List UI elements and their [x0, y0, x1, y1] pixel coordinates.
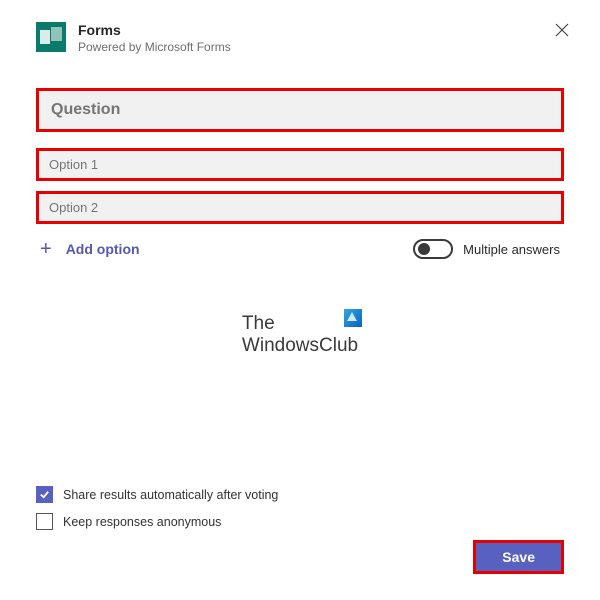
watermark: The WindowsClub: [36, 313, 564, 357]
option-actions-row: + Add option Multiple answers: [36, 238, 564, 261]
option-1-input[interactable]: [39, 151, 561, 178]
keep-anonymous-checkbox[interactable]: [36, 513, 53, 530]
save-row: Save: [36, 540, 564, 574]
keep-anonymous-row: Keep responses anonymous: [36, 513, 564, 530]
option-field-highlight: [36, 148, 564, 181]
share-results-row: Share results automatically after voting: [36, 486, 564, 503]
save-button[interactable]: Save: [476, 543, 561, 571]
option-2-input[interactable]: [39, 194, 561, 221]
dialog-footer: Share results automatically after voting…: [36, 486, 564, 574]
question-input[interactable]: [39, 91, 561, 129]
dialog-header: Forms Powered by Microsoft Forms: [0, 0, 600, 54]
question-field-highlight: [36, 88, 564, 132]
close-button[interactable]: [552, 20, 572, 40]
header-text: Forms Powered by Microsoft Forms: [78, 22, 570, 54]
close-icon: [555, 23, 569, 37]
form-body: + Add option Multiple answers The Window…: [0, 54, 600, 357]
share-results-label: Share results automatically after voting: [63, 488, 278, 502]
share-results-checkbox[interactable]: [36, 486, 53, 503]
option-field-highlight: [36, 191, 564, 224]
add-option-label: Add option: [66, 241, 140, 257]
keep-anonymous-label: Keep responses anonymous: [63, 515, 221, 529]
add-option-button[interactable]: + Add option: [40, 238, 140, 261]
app-title: Forms: [78, 22, 570, 39]
plus-icon: +: [40, 238, 52, 261]
watermark-logo-icon: [344, 309, 362, 327]
app-subtitle: Powered by Microsoft Forms: [78, 40, 570, 54]
toggle-knob: [418, 243, 430, 255]
save-button-highlight: Save: [473, 540, 564, 574]
multiple-answers-toggle[interactable]: [413, 239, 453, 259]
watermark-line2: WindowsClub: [242, 335, 358, 357]
multiple-answers-control: Multiple answers: [413, 239, 560, 259]
watermark-line1: The: [242, 313, 358, 335]
multiple-answers-label: Multiple answers: [463, 242, 560, 257]
check-icon: [39, 489, 50, 500]
forms-app-icon: [36, 22, 66, 52]
